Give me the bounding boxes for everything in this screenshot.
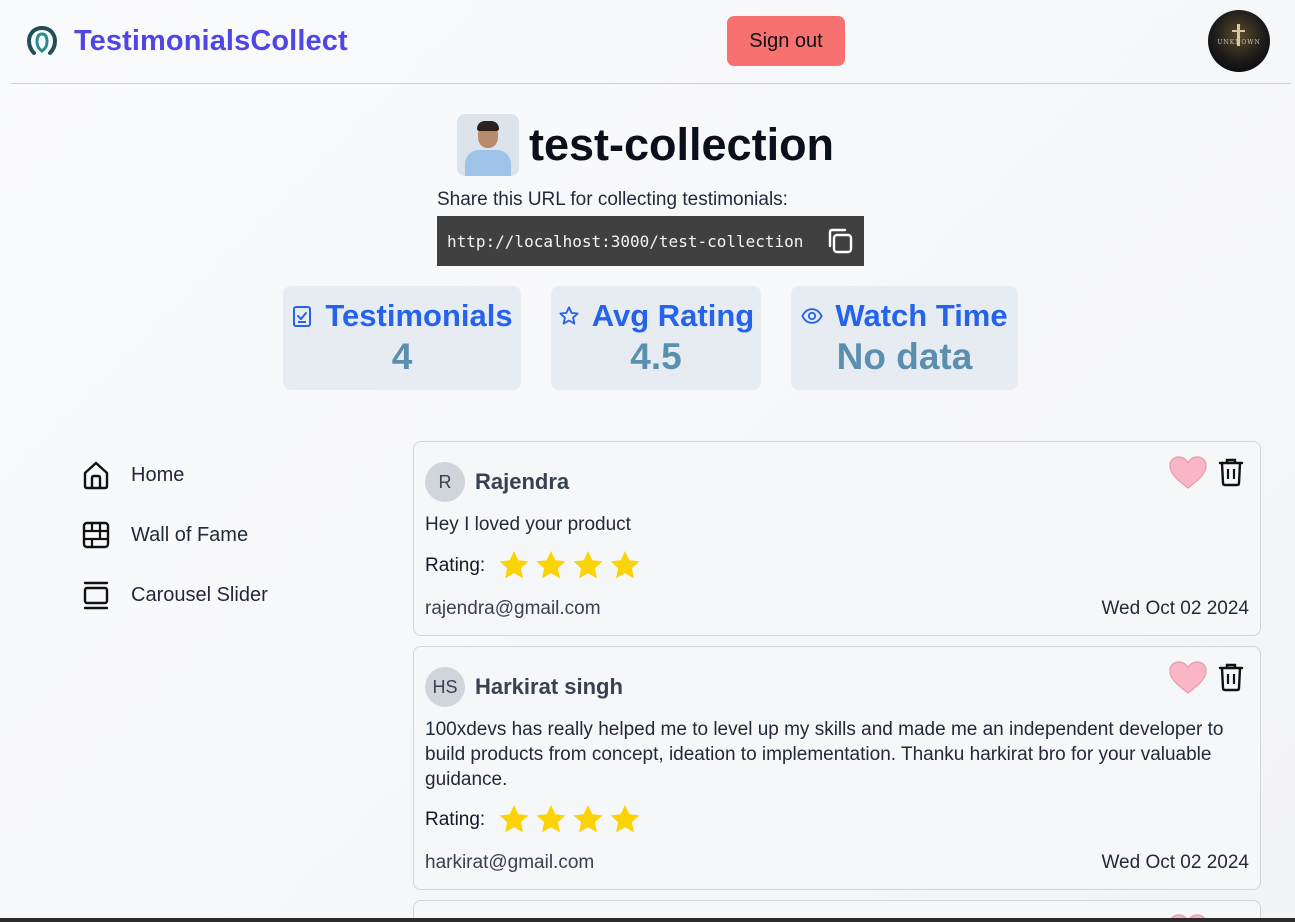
stat-label: Watch Time <box>835 298 1008 333</box>
author-name: Rajendra <box>475 469 570 494</box>
stat-card-testimonials: Testimonials 4 <box>283 286 521 390</box>
card-author: R Rajendra <box>425 462 569 502</box>
star-filled-icon <box>536 805 566 833</box>
home-icon <box>83 461 109 490</box>
star-filled-icon <box>499 805 529 833</box>
star-filled-icon <box>573 805 603 833</box>
rating-stars <box>497 803 645 837</box>
collection-name: test-collection <box>529 119 835 170</box>
grid-icon <box>82 521 110 549</box>
star-filled-icon <box>573 551 603 579</box>
sidebar-item-label: Carousel Slider <box>131 583 268 606</box>
clipboard-check-icon <box>293 306 312 327</box>
like-heart-icon[interactable] <box>1168 660 1208 696</box>
star-filled-icon <box>536 551 566 579</box>
sidebar-item-label: Wall of Fame <box>131 523 249 546</box>
stat-value: No data <box>836 336 973 377</box>
collection-logo-image <box>457 114 519 176</box>
sidebar-item-home[interactable]: Home <box>82 460 184 490</box>
eye-icon <box>801 308 824 324</box>
author-name: Harkirat singh <box>475 674 623 699</box>
avatar-cross-bar <box>1232 30 1245 32</box>
star-filled-icon <box>610 805 640 833</box>
author-initials-avatar: HS <box>425 667 465 707</box>
star-outline-icon <box>559 306 579 325</box>
brand-logo-link[interactable]: TestimonialsCollect <box>26 22 348 60</box>
author-initials-avatar: R <box>425 462 465 502</box>
stat-label: Testimonials <box>325 298 513 333</box>
delete-trash-icon[interactable] <box>1217 457 1245 487</box>
sidebar-item-carousel-slider[interactable]: Carousel Slider <box>82 580 268 610</box>
author-email: harkirat@gmail.com <box>425 852 595 873</box>
like-heart-icon[interactable] <box>1168 455 1208 491</box>
brand-name: TestimonialsCollect <box>74 24 348 57</box>
rating-label: Rating: <box>425 809 486 830</box>
sidebar-item-wall-of-fame[interactable]: Wall of Fame <box>82 520 248 550</box>
card-author: HS Harkirat singh <box>425 667 623 707</box>
avatar-tag-text: UNKNOWN <box>1217 39 1261 46</box>
testimonial-card: R Rajendra Hey I loved your product Rati… <box>413 441 1261 636</box>
rating-stars <box>497 549 645 583</box>
star-filled-icon <box>610 551 640 579</box>
top-header: TestimonialsCollect Sign out UNKNOWN <box>11 0 1291 84</box>
copy-icon[interactable] <box>825 226 855 256</box>
star-filled-icon <box>499 551 529 579</box>
stat-card-watch-time: Watch Time No data <box>791 286 1018 390</box>
user-avatar[interactable]: UNKNOWN <box>1208 10 1270 72</box>
share-url-label: Share this URL for collecting testimonia… <box>437 189 788 210</box>
rating-row: Rating: <box>425 803 645 837</box>
sign-out-button[interactable]: Sign out <box>727 16 845 66</box>
logo-icon <box>26 26 58 55</box>
collection-title-row: test-collection <box>457 114 834 176</box>
testimonial-date: Wed Oct 02 2024 <box>1101 852 1249 873</box>
share-url-box[interactable]: http://localhost:3000/test-collection <box>437 216 864 266</box>
stat-value: 4 <box>391 336 413 377</box>
stat-card-avg-rating: Avg Rating 4.5 <box>551 286 761 390</box>
testimonial-text: 100xdevs has really helped me to level u… <box>425 719 1224 790</box>
stat-label: Avg Rating <box>591 298 755 333</box>
testimonial-date: Wed Oct 02 2024 <box>1101 598 1249 619</box>
rating-label: Rating: <box>425 555 486 576</box>
stat-value: 4.5 <box>630 336 682 377</box>
author-email: rajendra@gmail.com <box>425 598 601 619</box>
testimonial-text: Hey I loved your product <box>425 514 631 535</box>
delete-trash-icon[interactable] <box>1217 662 1245 692</box>
testimonial-card: HS Harkirat singh 100xdevs has really he… <box>413 646 1261 890</box>
window-bottom-edge <box>0 918 1295 922</box>
sidebar-item-label: Home <box>131 463 185 486</box>
rating-row: Rating: <box>425 549 645 583</box>
carousel-icon <box>83 581 109 610</box>
